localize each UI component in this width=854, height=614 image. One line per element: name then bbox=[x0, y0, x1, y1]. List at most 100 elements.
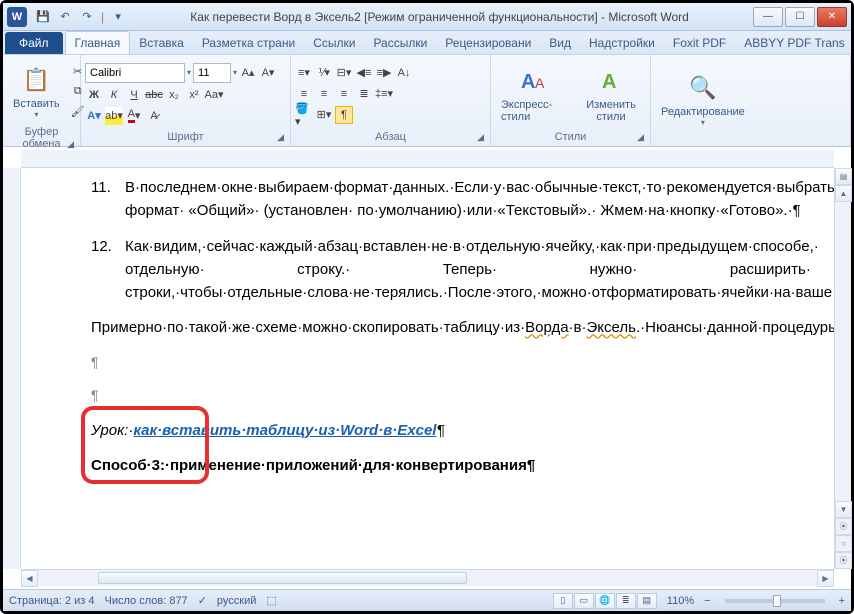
ruler-toggle-icon[interactable]: ▤ bbox=[835, 168, 852, 185]
web-view[interactable]: 🌐 bbox=[595, 593, 615, 609]
ribbon-tabs: Файл Главная Вставка Разметка страни Ссы… bbox=[3, 31, 851, 55]
strike-icon[interactable]: abc bbox=[145, 86, 163, 104]
group-paragraph-label: Абзац◢ bbox=[295, 130, 486, 144]
paste-button[interactable]: 📋 Вставить ▾ bbox=[7, 57, 66, 125]
increase-indent-icon[interactable]: ≡▶ bbox=[375, 64, 393, 82]
scroll-up-icon[interactable]: ▲ bbox=[835, 185, 852, 202]
vertical-scrollbar[interactable]: ▤ ▲ ▼ ⦿ ○ ⦿ bbox=[834, 168, 851, 569]
scroll-down-icon[interactable]: ▼ bbox=[835, 501, 852, 518]
language-status[interactable]: русский bbox=[217, 595, 256, 607]
editing-button[interactable]: 🔍 Редактирование ▾ bbox=[655, 66, 751, 134]
vscroll-track[interactable] bbox=[835, 202, 851, 501]
page-status[interactable]: Страница: 2 из 4 bbox=[9, 595, 95, 607]
shrink-font-icon[interactable]: A▾ bbox=[259, 64, 277, 82]
insert-mode-icon[interactable]: ⬚ bbox=[266, 594, 276, 607]
paragraph: Примерно·по·такой·же·схеме·можно·скопиро… bbox=[91, 316, 806, 339]
draft-view[interactable]: ▤ bbox=[637, 593, 657, 609]
tab-layout[interactable]: Разметка страни bbox=[193, 32, 304, 54]
minimize-button[interactable]: — bbox=[753, 7, 783, 27]
tab-mailings[interactable]: Рассылки bbox=[364, 32, 436, 54]
zoom-out-icon[interactable]: − bbox=[704, 595, 710, 607]
scroll-left-icon[interactable]: ◀ bbox=[21, 570, 38, 587]
group-styles: AA Экспресс-стили A Изменить стили Стили… bbox=[491, 55, 651, 146]
decrease-indent-icon[interactable]: ◀≡ bbox=[355, 64, 373, 82]
shading-icon[interactable]: 🪣▾ bbox=[295, 106, 313, 124]
change-styles-label: Изменить стили bbox=[582, 99, 640, 123]
zoom-in-icon[interactable]: + bbox=[839, 595, 845, 607]
vertical-ruler[interactable] bbox=[3, 168, 21, 569]
tab-file[interactable]: Файл bbox=[5, 32, 63, 54]
group-editing-label bbox=[655, 142, 846, 144]
bullets-icon[interactable]: ≡▾ bbox=[295, 64, 313, 82]
align-center-icon[interactable]: ≡ bbox=[315, 85, 333, 103]
document-area: 11. В·последнем·окне·выбираем·формат·дан… bbox=[3, 150, 851, 586]
quick-styles-button[interactable]: AA Экспресс-стили bbox=[495, 60, 573, 128]
font-name-combo[interactable] bbox=[85, 63, 185, 83]
clipboard-dialog-launcher[interactable]: ◢ bbox=[67, 139, 74, 150]
align-right-icon[interactable]: ≡ bbox=[335, 85, 353, 103]
hscroll-track[interactable] bbox=[38, 570, 817, 586]
qat-customize-icon[interactable]: ▾ bbox=[108, 7, 128, 27]
undo-icon[interactable]: ↶ bbox=[55, 7, 75, 27]
group-font-label: Шрифт◢ bbox=[85, 130, 286, 144]
tab-insert[interactable]: Вставка bbox=[130, 32, 193, 54]
proofing-icon[interactable]: ✓ bbox=[198, 594, 207, 607]
tab-references[interactable]: Ссылки bbox=[304, 32, 364, 54]
font-color-icon[interactable]: A▾ bbox=[125, 107, 143, 125]
subscript-icon[interactable]: x₂ bbox=[165, 86, 183, 104]
horizontal-ruler[interactable] bbox=[21, 150, 834, 168]
tab-foxit[interactable]: Foxit PDF bbox=[664, 32, 735, 54]
borders-icon[interactable]: ⊞▾ bbox=[315, 106, 333, 124]
change-styles-icon: A bbox=[595, 65, 627, 97]
tab-abbyy[interactable]: ABBYY PDF Trans bbox=[735, 32, 853, 54]
next-page-icon[interactable]: ⦿ bbox=[835, 552, 852, 569]
document-page[interactable]: 11. В·последнем·окне·выбираем·формат·дан… bbox=[21, 168, 834, 497]
close-button[interactable]: ✕ bbox=[817, 7, 847, 27]
svg-text:A: A bbox=[535, 75, 545, 91]
horizontal-scrollbar[interactable]: ◀ ▶ bbox=[21, 569, 834, 586]
show-marks-icon[interactable]: ¶ bbox=[335, 106, 353, 124]
browse-object-icon[interactable]: ○ bbox=[835, 535, 852, 552]
font-dialog-launcher[interactable]: ◢ bbox=[277, 132, 284, 143]
sort-icon[interactable]: A↓ bbox=[395, 64, 413, 82]
change-case-icon[interactable]: Aa▾ bbox=[205, 86, 223, 104]
font-size-combo[interactable] bbox=[193, 63, 231, 83]
print-layout-view[interactable]: ▯ bbox=[553, 593, 573, 609]
zoom-slider[interactable] bbox=[725, 599, 825, 603]
tab-review[interactable]: Рецензировани bbox=[436, 32, 540, 54]
title-bar: W 💾 ↶ ↷ | ▾ Как перевести Ворд в Эксель2… bbox=[3, 3, 851, 31]
save-icon[interactable]: 💾 bbox=[33, 7, 53, 27]
tab-addins[interactable]: Надстройки bbox=[580, 32, 664, 54]
paragraph-dialog-launcher[interactable]: ◢ bbox=[477, 132, 484, 143]
spellcheck-word: Эксель bbox=[587, 319, 636, 336]
prev-page-icon[interactable]: ⦿ bbox=[835, 518, 852, 535]
text-effects-icon[interactable]: A▾ bbox=[85, 107, 103, 125]
styles-dialog-launcher[interactable]: ◢ bbox=[637, 132, 644, 143]
clear-format-icon[interactable]: A̷ bbox=[145, 107, 163, 125]
zoom-level[interactable]: 110% bbox=[667, 595, 694, 607]
redo-icon[interactable]: ↷ bbox=[77, 7, 97, 27]
svg-text:A: A bbox=[521, 71, 535, 93]
bold-icon[interactable]: Ж bbox=[85, 86, 103, 104]
lesson-link[interactable]: как·вставить·таблицу·из·Word·в·Excel bbox=[133, 422, 436, 439]
multilevel-icon[interactable]: ⊟▾ bbox=[335, 64, 353, 82]
numbering-icon[interactable]: ⅟▾ bbox=[315, 64, 333, 82]
scroll-right-icon[interactable]: ▶ bbox=[817, 570, 834, 587]
tab-home[interactable]: Главная bbox=[65, 31, 131, 54]
fullscreen-view[interactable]: ▭ bbox=[574, 593, 594, 609]
hscroll-thumb[interactable] bbox=[98, 572, 467, 584]
zoom-slider-thumb[interactable] bbox=[773, 595, 781, 607]
word-count[interactable]: Число слов: 877 bbox=[105, 595, 188, 607]
justify-icon[interactable]: ≣ bbox=[355, 85, 373, 103]
align-left-icon[interactable]: ≡ bbox=[295, 85, 313, 103]
outline-view[interactable]: ≣ bbox=[616, 593, 636, 609]
superscript-icon[interactable]: x² bbox=[185, 86, 203, 104]
line-spacing-icon[interactable]: ‡≡▾ bbox=[375, 85, 393, 103]
change-styles-button[interactable]: A Изменить стили bbox=[576, 60, 646, 128]
underline-icon[interactable]: Ч bbox=[125, 86, 143, 104]
tab-view[interactable]: Вид bbox=[540, 32, 580, 54]
grow-font-icon[interactable]: A▴ bbox=[239, 64, 257, 82]
maximize-button[interactable]: ☐ bbox=[785, 7, 815, 27]
italic-icon[interactable]: К bbox=[105, 86, 123, 104]
highlight-icon[interactable]: ab▾ bbox=[105, 107, 123, 125]
